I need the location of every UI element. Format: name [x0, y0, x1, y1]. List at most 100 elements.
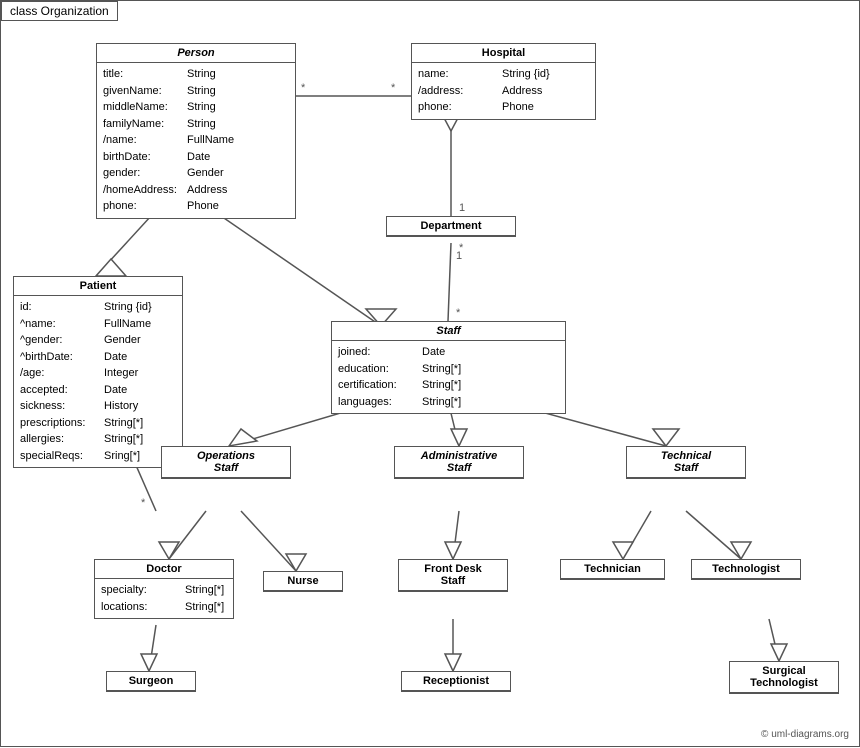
attr-row: familyName:String: [103, 116, 289, 133]
attr-row: specialty:String[*]: [101, 582, 227, 599]
attr-type: FullName: [187, 132, 234, 149]
attr-row: accepted:Date: [20, 382, 176, 399]
attr-row: middleName:String: [103, 99, 289, 116]
attr-name: middleName:: [103, 99, 183, 116]
attr-type: History: [104, 398, 138, 415]
attr-row: ^birthDate:Date: [20, 349, 176, 366]
class-surgeon: Surgeon: [106, 671, 196, 692]
attr-row: languages:String[*]: [338, 394, 559, 411]
svg-text:*: *: [459, 242, 464, 254]
attr-row: /name:FullName: [103, 132, 289, 149]
attr-row: gender:Gender: [103, 165, 289, 182]
class-body-patient: id:String {id}^name:FullName^gender:Gend…: [14, 296, 182, 467]
attr-name: specialty:: [101, 582, 181, 599]
attr-name: sickness:: [20, 398, 100, 415]
attr-row: joined:Date: [338, 344, 559, 361]
class-body-hospital: name:String {id}/address:Addressphone:Ph…: [412, 63, 595, 119]
class-patient: Patientid:String {id}^name:FullName^gend…: [13, 276, 183, 468]
attr-name: specialReqs:: [20, 448, 100, 465]
attr-type: String[*]: [104, 415, 143, 432]
class-department: Department: [386, 216, 516, 237]
class-header-front_desk_staff: Front DeskStaff: [399, 560, 507, 591]
class-body-person: title:StringgivenName:StringmiddleName:S…: [97, 63, 295, 218]
attr-row: certification:String[*]: [338, 377, 559, 394]
attr-name: allergies:: [20, 431, 100, 448]
class-header-staff: Staff: [332, 322, 565, 341]
attr-name: givenName:: [103, 83, 183, 100]
attr-type: String[*]: [422, 377, 461, 394]
attr-name: joined:: [338, 344, 418, 361]
attr-type: String {id}: [502, 66, 550, 83]
attr-row: ^name:FullName: [20, 316, 176, 333]
svg-text:1: 1: [456, 250, 462, 262]
attr-row: allergies:String[*]: [20, 431, 176, 448]
attr-name: /homeAddress:: [103, 182, 183, 199]
class-receptionist: Receptionist: [401, 671, 511, 692]
class-header-hospital: Hospital: [412, 44, 595, 63]
attr-type: Date: [187, 149, 210, 166]
attr-name: gender:: [103, 165, 183, 182]
attr-type: String: [187, 66, 216, 83]
attr-row: title:String: [103, 66, 289, 83]
attr-row: givenName:String: [103, 83, 289, 100]
attr-type: Date: [104, 349, 127, 366]
class-header-person: Person: [97, 44, 295, 63]
class-header-technical_staff: TechnicalStaff: [627, 447, 745, 478]
class-nurse: Nurse: [263, 571, 343, 592]
svg-text:1: 1: [459, 202, 465, 214]
class-staff: Staffjoined:Dateeducation:String[*]certi…: [331, 321, 566, 414]
attr-name: familyName:: [103, 116, 183, 133]
attr-name: certification:: [338, 377, 418, 394]
attr-row: ^gender:Gender: [20, 332, 176, 349]
attr-name: title:: [103, 66, 183, 83]
class-technologist: Technologist: [691, 559, 801, 580]
class-header-department: Department: [387, 217, 515, 236]
attr-name: id:: [20, 299, 100, 316]
attr-row: locations:String[*]: [101, 599, 227, 616]
attr-row: sickness:History: [20, 398, 176, 415]
attr-row: birthDate:Date: [103, 149, 289, 166]
svg-text:*: *: [456, 307, 461, 319]
attr-type: Address: [187, 182, 227, 199]
class-surgical_technologist: SurgicalTechnologist: [729, 661, 839, 694]
class-header-patient: Patient: [14, 277, 182, 296]
class-hospital: Hospitalname:String {id}/address:Address…: [411, 43, 596, 120]
class-person: Persontitle:StringgivenName:Stringmiddle…: [96, 43, 296, 219]
svg-text:*: *: [391, 82, 396, 94]
attr-type: Address: [502, 83, 542, 100]
attr-name: ^birthDate:: [20, 349, 100, 366]
attr-row: name:String {id}: [418, 66, 589, 83]
class-header-technologist: Technologist: [692, 560, 800, 579]
attr-type: String[*]: [104, 431, 143, 448]
class-header-surgical_technologist: SurgicalTechnologist: [730, 662, 838, 693]
class-body-staff: joined:Dateeducation:String[*]certificat…: [332, 341, 565, 413]
svg-text:*: *: [301, 82, 306, 94]
attr-name: /age:: [20, 365, 100, 382]
attr-name: birthDate:: [103, 149, 183, 166]
attr-type: String: [187, 116, 216, 133]
class-header-doctor: Doctor: [95, 560, 233, 579]
attr-name: phone:: [418, 99, 498, 116]
class-header-nurse: Nurse: [264, 572, 342, 591]
diagram-container: class Organization * * 1 * 1 * * *: [0, 0, 860, 747]
attr-row: phone:Phone: [103, 198, 289, 215]
attr-type: Phone: [187, 198, 219, 215]
class-header-technician: Technician: [561, 560, 664, 579]
attr-name: languages:: [338, 394, 418, 411]
class-operations_staff: OperationsStaff: [161, 446, 291, 479]
attr-type: Phone: [502, 99, 534, 116]
attr-type: String[*]: [422, 361, 461, 378]
attr-name: accepted:: [20, 382, 100, 399]
class-header-operations_staff: OperationsStaff: [162, 447, 290, 478]
attr-type: String[*]: [422, 394, 461, 411]
attr-name: prescriptions:: [20, 415, 100, 432]
class-technical_staff: TechnicalStaff: [626, 446, 746, 479]
class-header-admin_staff: AdministrativeStaff: [395, 447, 523, 478]
class-front_desk_staff: Front DeskStaff: [398, 559, 508, 592]
attr-type: FullName: [104, 316, 151, 333]
attr-type: Sring[*]: [104, 448, 140, 465]
attr-row: phone:Phone: [418, 99, 589, 116]
attr-type: Date: [104, 382, 127, 399]
attr-row: id:String {id}: [20, 299, 176, 316]
attr-name: ^gender:: [20, 332, 100, 349]
